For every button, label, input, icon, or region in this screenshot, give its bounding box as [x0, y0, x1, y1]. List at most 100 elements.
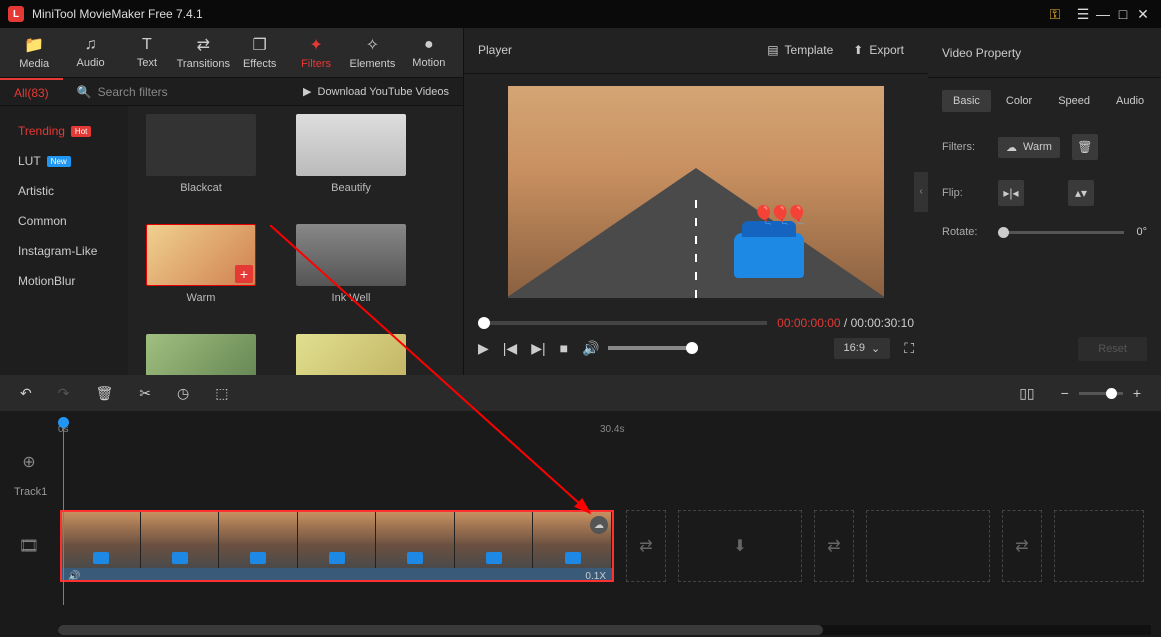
clip-audio-icon: 🔊	[68, 571, 80, 582]
horizontal-scrollbar[interactable]	[58, 625, 1151, 635]
category-lut[interactable]: LUTNew	[0, 146, 128, 176]
cloud-icon: ☁	[1006, 141, 1017, 154]
filters-label: Filters:	[942, 141, 986, 153]
crop-button[interactable]: ⬚	[215, 385, 228, 402]
video-clip[interactable]: 🔊 0.1X ☁	[60, 510, 614, 582]
toolbar-text[interactable]: TText	[119, 28, 175, 78]
player-panel: Player ▤Template ⬆Export 🎈🎈🎈 ‹ 00:00:00:…	[464, 28, 928, 375]
filter-ink-well[interactable]: Ink Well	[296, 224, 406, 304]
prev-button[interactable]: |◀	[503, 340, 517, 357]
filter-blackcat[interactable]: Blackcat	[146, 114, 256, 194]
category-motionblur[interactable]: MotionBlur	[0, 266, 128, 296]
all-tab[interactable]: All(83)	[0, 78, 63, 106]
aspect-ratio-select[interactable]: 16:9⌄	[834, 338, 891, 359]
zoom-in-button[interactable]: +	[1133, 385, 1141, 401]
speed-button[interactable]: ◷	[177, 385, 189, 402]
delete-button[interactable]: 🗑	[95, 385, 113, 402]
fullscreen-button[interactable]: ⛶	[904, 340, 914, 357]
volume-icon[interactable]: 🔊	[582, 340, 599, 357]
preview-area: 🎈🎈🎈 ‹	[464, 74, 928, 310]
reset-button[interactable]: Reset	[1078, 337, 1147, 361]
tab-color[interactable]: Color	[995, 90, 1043, 112]
timeline-ruler[interactable]: 0s 30.4s	[0, 411, 1161, 447]
minimize-button[interactable]: —	[1093, 6, 1113, 22]
fit-button[interactable]: ▯▯	[1019, 385, 1034, 402]
filter-beautify[interactable]: Beautify	[296, 114, 406, 194]
add-filter-icon[interactable]: +	[235, 265, 253, 283]
template-icon: ▤	[767, 43, 778, 57]
zoom-slider[interactable]	[1079, 392, 1123, 395]
export-icon: ⬆	[853, 43, 863, 57]
volume-slider[interactable]	[608, 346, 698, 350]
flip-vertical-button[interactable]: ▴▾	[1068, 180, 1094, 206]
search-input[interactable]: 🔍 Search filters	[63, 85, 289, 99]
add-track-button[interactable]: ⊕	[0, 452, 58, 472]
filter-grid: Blackcat Beautify +Warm Ink Well ⬇Emerald Kev…	[128, 106, 463, 375]
toolbar-effects[interactable]: ❐Effects	[232, 28, 288, 78]
transition-slot[interactable]: ⇄	[626, 510, 666, 582]
category-common[interactable]: Common	[0, 206, 128, 236]
zoom-out-button[interactable]: −	[1061, 385, 1069, 401]
empty-slot[interactable]	[1054, 510, 1144, 582]
split-button[interactable]: ✂	[139, 385, 151, 402]
rotate-value: 0°	[1136, 226, 1147, 238]
toolbar-filters[interactable]: ✦Filters	[288, 28, 344, 78]
media-panel: 📁Media♫AudioTText⇄Transitions❐Effects✦Fi…	[0, 28, 464, 375]
export-button[interactable]: ⬆Export	[843, 43, 914, 57]
toolbar-transitions[interactable]: ⇄Transitions	[175, 28, 231, 78]
empty-slot[interactable]: ⬇	[678, 510, 802, 582]
timeline-toolbar: ↶ ↷ 🗑 ✂ ◷ ⬚ ▯▯ − +	[0, 375, 1161, 411]
empty-slot[interactable]	[866, 510, 990, 582]
property-panel: Video Property BasicColorSpeedAudio Filt…	[928, 28, 1161, 375]
filter-subbar: All(83) 🔍 Search filters ▶ Download YouT…	[0, 78, 463, 106]
expand-panel-button[interactable]: ‹	[914, 172, 928, 212]
transition-slot[interactable]: ⇄	[814, 510, 854, 582]
toolbar-motion[interactable]: ●Motion	[401, 28, 457, 78]
track-label: Track1	[0, 477, 1161, 507]
category-instagram-like[interactable]: Instagram-Like	[0, 236, 128, 266]
undo-button[interactable]: ↶	[20, 385, 32, 402]
category-trending[interactable]: TrendingHot	[0, 116, 128, 146]
clip-speed-label: 0.1X	[585, 571, 606, 582]
video-track-icon: 🎞	[0, 536, 58, 556]
redo-button[interactable]: ↷	[58, 385, 70, 402]
template-button[interactable]: ▤Template	[757, 43, 843, 57]
maximize-button[interactable]: □	[1113, 6, 1133, 22]
timeline-panel: ↶ ↷ 🗑 ✂ ◷ ⬚ ▯▯ − + 0s 30.4s ⊕ Track1 🎞	[0, 375, 1161, 637]
main-toolbar: 📁Media♫AudioTText⇄Transitions❐Effects✦Fi…	[0, 28, 463, 78]
download-youtube-button[interactable]: ▶ Download YouTube Videos	[289, 85, 463, 98]
titlebar: L MiniTool MovieMaker Free 7.4.1 ⚿ ☰ — □…	[0, 0, 1161, 28]
next-button[interactable]: ▶|	[531, 340, 545, 357]
progress-bar[interactable]	[478, 321, 767, 325]
property-tabs: BasicColorSpeedAudio	[928, 78, 1161, 124]
search-icon: 🔍	[77, 85, 92, 99]
player-title: Player	[478, 43, 757, 57]
key-icon[interactable]: ⚿	[1045, 6, 1065, 23]
play-button[interactable]: ▶	[478, 340, 489, 357]
tab-speed[interactable]: Speed	[1047, 90, 1101, 112]
close-button[interactable]: ✕	[1133, 6, 1153, 23]
app-logo: L	[8, 6, 24, 22]
flip-horizontal-button[interactable]: ▸|◂	[998, 180, 1024, 206]
toolbar-media[interactable]: 📁Media	[6, 28, 62, 78]
category-list: TrendingHotLUTNewArtisticCommonInstagram…	[0, 106, 128, 375]
property-title: Video Property	[928, 28, 1161, 78]
toolbar-audio[interactable]: ♫Audio	[62, 28, 118, 78]
stop-button[interactable]: ■	[560, 340, 568, 356]
delete-filter-button[interactable]: 🗑	[1072, 134, 1098, 160]
category-artistic[interactable]: Artistic	[0, 176, 128, 206]
chevron-down-icon: ⌄	[871, 342, 880, 355]
toolbar-elements[interactable]: ✧Elements	[344, 28, 400, 78]
rotate-slider[interactable]	[998, 231, 1124, 234]
preview-image: 🎈🎈🎈	[508, 86, 884, 298]
tab-basic[interactable]: Basic	[942, 90, 991, 112]
transition-slot[interactable]: ⇄	[1002, 510, 1042, 582]
filter-emerald[interactable]: ⬇Emerald	[146, 334, 256, 375]
time-display: 00:00:00:00 / 00:00:30:10	[777, 316, 914, 330]
tab-audio[interactable]: Audio	[1105, 90, 1155, 112]
clip-filter-icon: ☁	[590, 516, 608, 534]
filter-chip[interactable]: ☁Warm	[998, 137, 1060, 158]
filter-kevin[interactable]: Kevin	[296, 334, 406, 375]
menu-icon[interactable]: ☰	[1073, 6, 1093, 23]
filter-warm[interactable]: +Warm	[146, 224, 256, 304]
